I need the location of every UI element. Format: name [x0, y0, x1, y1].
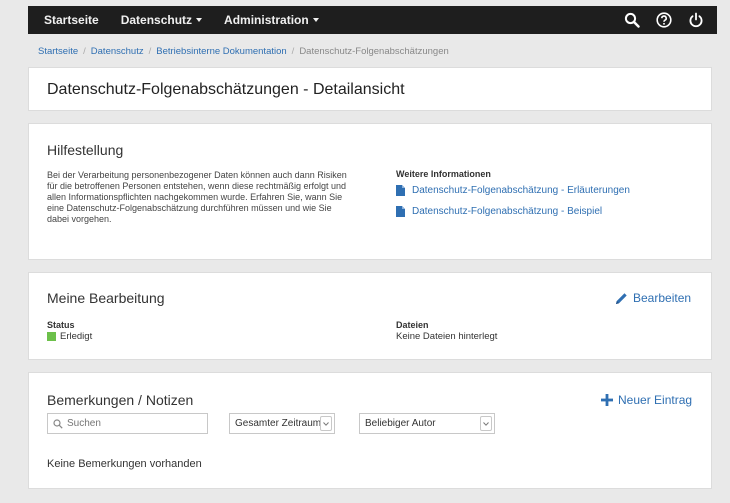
- help-icon[interactable]: [655, 11, 673, 29]
- help-title: Hilfestellung: [47, 142, 124, 158]
- caret-down-icon: [312, 18, 319, 22]
- chevron-down-icon: [483, 421, 489, 426]
- author-select[interactable]: Beliebiger Autor: [359, 413, 495, 434]
- more-info-title: Weitere Informationen: [396, 169, 491, 179]
- title-panel: Datenschutz-Folgenabschätzungen - Detail…: [28, 67, 712, 111]
- search-icon[interactable]: [623, 11, 641, 29]
- nav-item-label: Administration: [224, 13, 309, 27]
- top-navbar: Startseite Datenschutz Administration: [28, 6, 717, 34]
- nav-item-label: Datenschutz: [120, 13, 193, 27]
- link-erlaeuterungen[interactable]: Datenschutz-Folgenabschätzung - Erläuter…: [396, 185, 630, 196]
- edit-title: Meine Bearbeitung: [47, 290, 165, 306]
- status-text: Erledigt: [60, 331, 93, 342]
- period-select[interactable]: Gesamter Zeitraum: [229, 413, 335, 434]
- nav-item-label: Startseite: [44, 13, 99, 27]
- notes-panel: Bemerkungen / Notizen Neuer Eintrag Gesa…: [28, 372, 712, 489]
- breadcrumb-current: Datenschutz-Folgenabschätzungen: [299, 46, 449, 57]
- files-label: Dateien: [396, 320, 429, 330]
- plus-icon: [601, 394, 613, 406]
- search-input[interactable]: [67, 418, 197, 429]
- edit-button[interactable]: Bearbeiten: [615, 291, 691, 305]
- breadcrumb-separator: /: [291, 46, 295, 57]
- breadcrumb: Startseite / Datenschutz / Betriebsinter…: [38, 46, 449, 57]
- nav-item-datenschutz[interactable]: Datenschutz: [120, 13, 203, 27]
- document-icon: [396, 206, 405, 217]
- link-label: Datenschutz-Folgenabschätzung - Beispiel: [412, 206, 603, 217]
- document-icon: [396, 185, 405, 196]
- breadcrumb-separator: /: [83, 46, 86, 57]
- power-icon[interactable]: [687, 11, 705, 29]
- breadcrumb-separator: /: [148, 46, 152, 57]
- edit-button-label: Bearbeiten: [633, 291, 692, 305]
- help-text: Bei der Verarbeitung personenbezogener D…: [47, 170, 347, 224]
- empty-notes-message: Keine Bemerkungen vorhanden: [47, 458, 202, 470]
- help-panel: Hilfestellung Bei der Verarbeitung perso…: [28, 123, 712, 260]
- author-select-value: Beliebiger Autor: [365, 418, 436, 429]
- status-value: Erledigt: [47, 331, 92, 342]
- search-field[interactable]: [47, 413, 208, 434]
- select-toggle[interactable]: [320, 416, 332, 431]
- breadcrumb-link-startseite[interactable]: Startseite: [38, 46, 78, 57]
- edit-panel: Meine Bearbeitung Bearbeiten Status Erle…: [28, 272, 712, 360]
- files-value: Keine Dateien hinterlegt: [396, 331, 498, 342]
- breadcrumb-link-dokumentation[interactable]: Betriebsinterne Dokumentation: [156, 46, 286, 57]
- link-label: Datenschutz-Folgenabschätzung - Erläuter…: [412, 185, 630, 196]
- more-info-section: Weitere Informationen Datenschutz-Folgen…: [396, 169, 630, 227]
- chevron-down-icon: [323, 421, 329, 426]
- nav-menu: Startseite Datenschutz Administration: [28, 13, 319, 27]
- nav-actions: [623, 11, 717, 29]
- new-entry-button[interactable]: Neuer Eintrag: [601, 393, 692, 407]
- nav-item-startseite[interactable]: Startseite: [44, 13, 99, 27]
- new-entry-label: Neuer Eintrag: [618, 393, 693, 407]
- pencil-icon: [616, 292, 627, 304]
- nav-item-administration[interactable]: Administration: [224, 13, 319, 27]
- period-select-value: Gesamter Zeitraum: [235, 418, 322, 429]
- breadcrumb-link-datenschutz[interactable]: Datenschutz: [91, 46, 144, 57]
- notes-title: Bemerkungen / Notizen: [47, 392, 194, 408]
- caret-down-icon: [196, 18, 203, 22]
- status-badge: [47, 332, 56, 341]
- select-toggle[interactable]: [480, 416, 492, 431]
- link-beispiel[interactable]: Datenschutz-Folgenabschätzung - Beispiel: [396, 206, 630, 217]
- page-title: Datenschutz-Folgenabschätzungen - Detail…: [47, 81, 405, 98]
- status-label: Status: [47, 320, 75, 330]
- search-icon: [53, 418, 63, 429]
